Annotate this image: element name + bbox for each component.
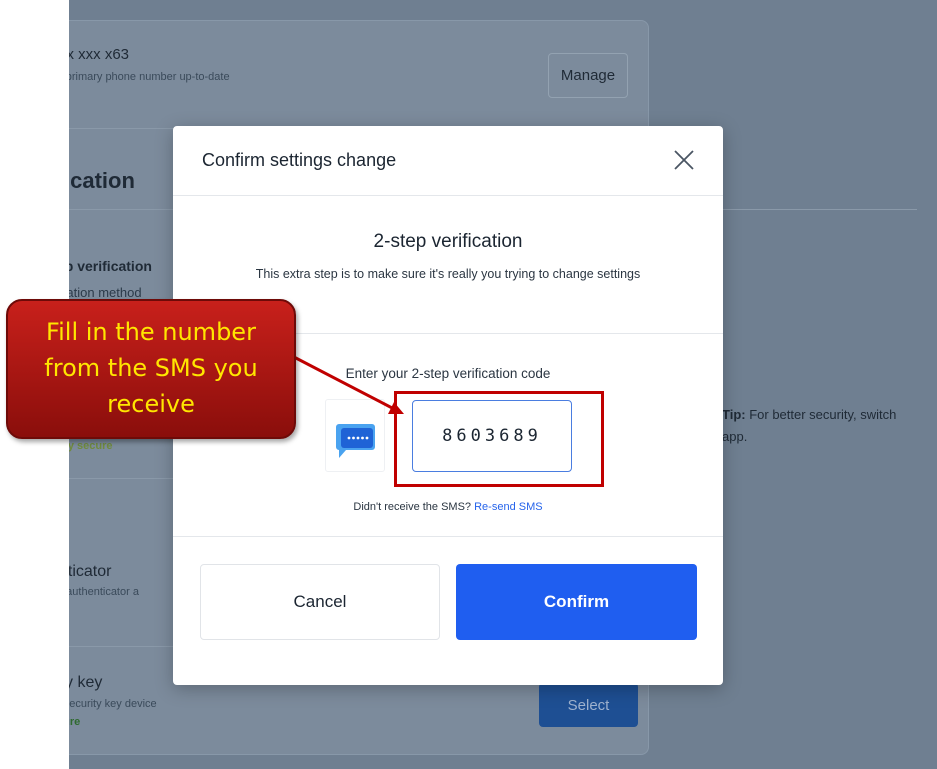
code-highlight-box bbox=[394, 391, 604, 487]
close-icon bbox=[674, 150, 694, 170]
section-title: 2-step verification bbox=[373, 231, 523, 252]
phone-hint-text: r primary phone number up-to-date bbox=[69, 71, 230, 83]
authenticator-title: nticator bbox=[69, 563, 112, 580]
resend-row: Didn't receive the SMS? Re-send SMS bbox=[173, 501, 723, 513]
confirm-button[interactable]: Confirm bbox=[456, 564, 697, 640]
cancel-button[interactable]: Cancel bbox=[200, 564, 440, 640]
callout-line3: receive bbox=[107, 390, 195, 418]
tip-line2: app. bbox=[722, 429, 748, 444]
tip-text: Tip: For better security, switch app. bbox=[722, 404, 896, 448]
callout-line2: from the SMS you bbox=[44, 354, 258, 382]
section-heading: ication bbox=[69, 168, 135, 193]
select-button[interactable]: Select bbox=[539, 683, 638, 727]
security-key-title: ity key bbox=[69, 674, 103, 691]
divider bbox=[173, 536, 723, 537]
security-key-status: cure bbox=[69, 716, 81, 728]
phone-number-text: xx xxx x63 bbox=[69, 46, 130, 63]
resend-prompt: Didn't receive the SMS? bbox=[353, 501, 472, 513]
two-step-subtitle: ication method bbox=[69, 285, 142, 300]
two-step-status: tely secure bbox=[69, 440, 113, 452]
sms-icon bbox=[336, 424, 375, 458]
authenticator-subtitle: n authenticator a bbox=[69, 586, 139, 598]
two-step-title: ep verification bbox=[69, 258, 152, 274]
sms-icon-box bbox=[325, 399, 385, 472]
section-description: This extra step is to make sure it's rea… bbox=[255, 267, 641, 281]
annotation-callout: Fill in the number from the SMS you rece… bbox=[6, 299, 296, 439]
tip-line1: For better security, switch bbox=[745, 407, 897, 422]
resend-sms-link[interactable]: Re-send SMS bbox=[474, 501, 542, 513]
manage-button[interactable]: Manage bbox=[548, 53, 628, 98]
modal-header: Confirm settings change bbox=[173, 126, 723, 196]
tip-label: Tip: bbox=[722, 407, 746, 422]
close-button[interactable] bbox=[668, 144, 700, 176]
modal-title: Confirm settings change bbox=[202, 150, 397, 170]
callout-line1: Fill in the number bbox=[46, 318, 256, 346]
security-key-subtitle: r security key device bbox=[69, 698, 157, 710]
